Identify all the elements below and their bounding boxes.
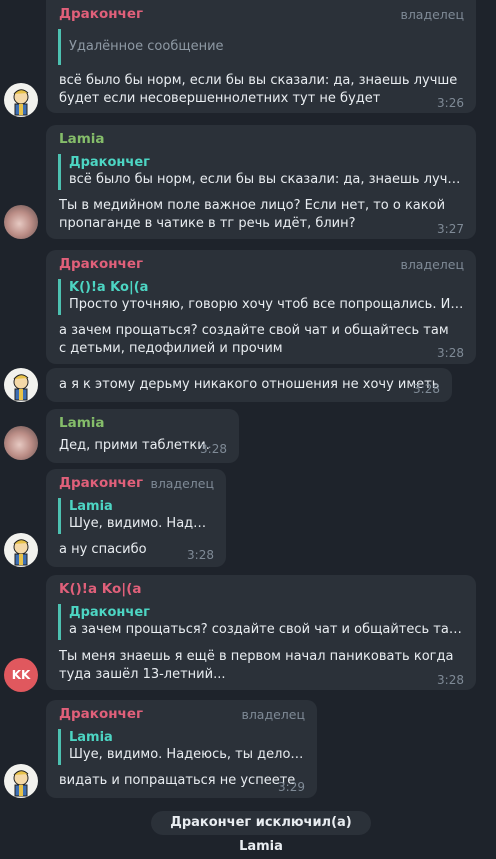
dracon-avatar[interactable] (4, 764, 38, 798)
lamia-avatar[interactable] (4, 205, 38, 239)
quote-sender: Дракончег (69, 605, 150, 620)
quote-sender: K()!a Ko|(a (69, 280, 149, 295)
dracon-avatar[interactable] (4, 83, 38, 117)
message-text: Дед, прими таблетки. (59, 438, 210, 453)
message-time: 3:27 (437, 222, 464, 236)
quote-text: Просто уточняю, говорю хочу чтоб все поп… (69, 297, 464, 312)
dracon-avatar[interactable] (4, 368, 38, 402)
message-text: а я к этому дерьму никакого отношения не… (59, 377, 440, 392)
message-bubble[interactable]: Дракончег владелец Lamia Шуе, видимо. На… (46, 700, 317, 798)
sender-name[interactable]: Дракончег (59, 256, 143, 272)
message-time: 3:28 (437, 673, 464, 687)
reply-quote[interactable]: K()!a Ko|(a Просто уточняю, говорю хочу … (58, 279, 464, 315)
vault-boy-icon (13, 770, 29, 797)
message-bubble[interactable]: а я к этому дерьму никакого отношения не… (46, 368, 452, 402)
quote-sender: Lamia (69, 499, 113, 514)
message-bubble[interactable]: Lamia Дракончег всё было бы норм, если б… (46, 125, 476, 239)
reply-quote[interactable]: Lamia Шуе, видимо. Надеюсь, ты делов не.… (58, 729, 305, 765)
vault-boy-icon (13, 89, 29, 116)
message-bubble[interactable]: Дракончег владелец Удалённое сообщение в… (46, 0, 476, 113)
sender-name[interactable]: Lamia (59, 415, 105, 431)
vault-boy-icon (13, 374, 29, 401)
message-time: 3:28 (413, 382, 440, 396)
service-message: Дракончег исключил(а) Lamia (151, 811, 371, 854)
deleted-message-label: Удалённое сообщение (69, 39, 224, 54)
quote-text: Шуе, видимо. Надею... (69, 516, 214, 531)
message-bubble[interactable]: Lamia Дед, прими таблетки. 3:28 (46, 409, 239, 463)
quote-sender: Дракончег (69, 155, 150, 170)
lamia-avatar[interactable] (4, 426, 38, 460)
sender-name[interactable]: Дракончег (59, 706, 143, 722)
owner-badge: владелец (150, 476, 214, 491)
message-time: 3:29 (278, 780, 305, 794)
quote-text: Шуе, видимо. Надеюсь, ты делов не... (69, 747, 305, 762)
message-time: 3:28 (200, 442, 227, 456)
reply-quote[interactable]: Дракончег всё было бы норм, если бы вы с… (58, 154, 464, 190)
reply-quote[interactable]: Lamia Шуе, видимо. Надею... (58, 498, 214, 534)
message-time: 3:28 (437, 346, 464, 360)
dracon-avatar[interactable] (4, 533, 38, 567)
sender-name[interactable]: Дракончег (59, 6, 143, 22)
owner-badge: владелец (400, 7, 464, 22)
message-text: видать и попращаться не успеете (59, 773, 296, 788)
sender-name[interactable]: Lamia (59, 131, 105, 147)
sender-name[interactable]: Дракончег (59, 475, 143, 491)
message-time: 3:26 (437, 96, 464, 110)
kk-avatar[interactable]: KK (4, 658, 38, 692)
message-time: 3:28 (187, 548, 214, 562)
message-text: а зачем прощаться? создайте свой чат и о… (59, 323, 449, 356)
sender-name[interactable]: K()!a Ko|(a (59, 581, 141, 597)
reply-quote[interactable]: Удалённое сообщение (58, 29, 464, 65)
message-text: всё было бы норм, если бы вы сказали: да… (59, 73, 458, 106)
message-text: а ну спасибо (59, 542, 147, 557)
message-text: Ты меня знаешь я ещё в первом начал пани… (59, 649, 454, 682)
quote-text: а зачем прощаться? создайте свой чат и о… (69, 622, 464, 637)
message-bubble[interactable]: Дракончег владелец Lamia Шуе, видимо. На… (46, 469, 226, 567)
quote-text: всё было бы норм, если бы вы сказали: да… (69, 172, 464, 187)
quote-sender: Lamia (69, 730, 113, 745)
reply-quote[interactable]: Дракончег а зачем прощаться? создайте св… (58, 604, 464, 640)
owner-badge: владелец (400, 257, 464, 272)
message-bubble[interactable]: Дракончег владелец K()!a Ko|(a Просто ут… (46, 250, 476, 364)
owner-badge: владелец (241, 707, 305, 722)
message-bubble[interactable]: K()!a Ko|(a Дракончег а зачем прощаться?… (46, 575, 476, 690)
vault-boy-icon (13, 539, 29, 566)
message-text: Ты в медийном поле важное лицо? Если нет… (59, 198, 446, 231)
